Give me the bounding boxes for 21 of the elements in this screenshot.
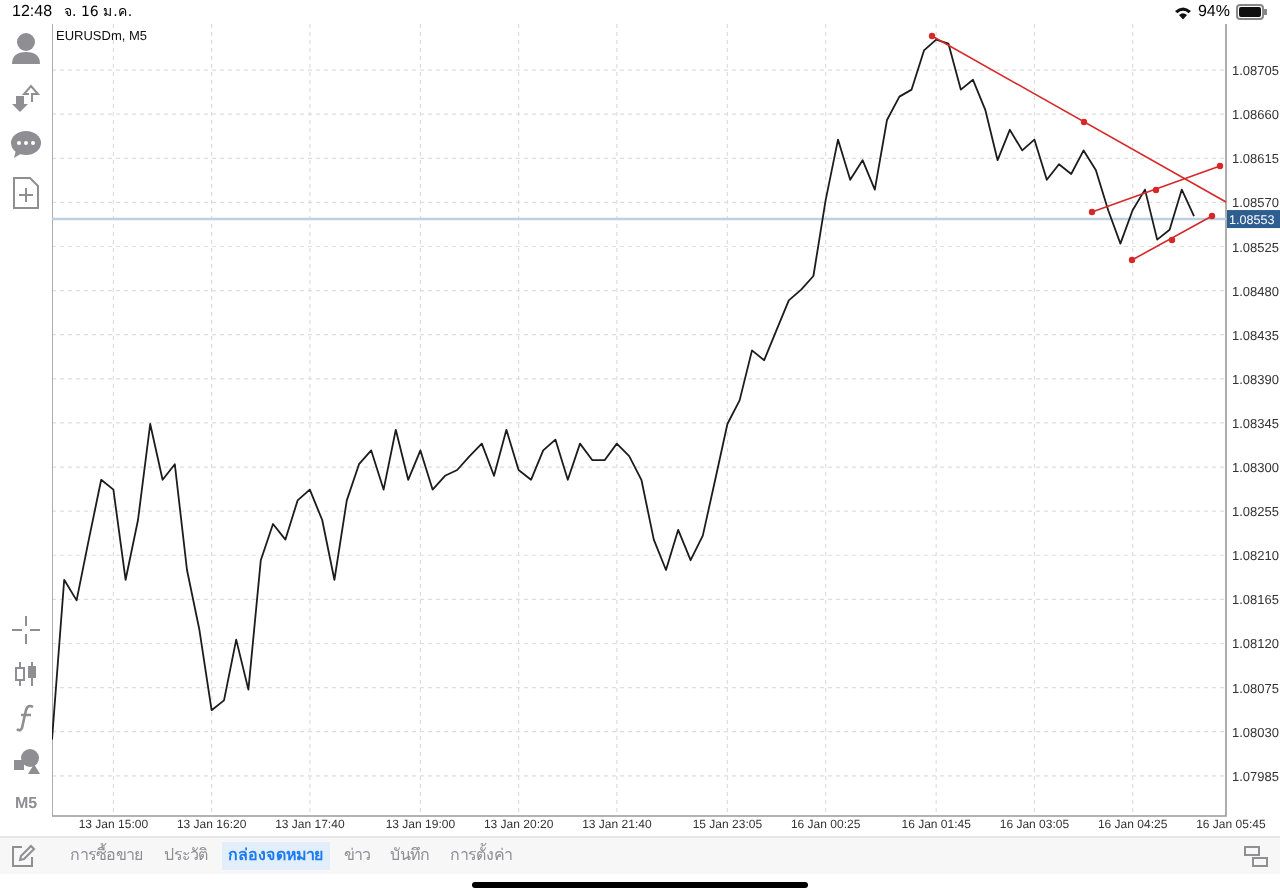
person-icon[interactable] — [10, 32, 42, 66]
tab[interactable]: ข่าว — [338, 842, 376, 870]
edit-icon[interactable] — [12, 844, 36, 868]
new-document-icon[interactable] — [12, 176, 40, 210]
candlestick-icon[interactable] — [12, 660, 40, 688]
battery-icon — [1236, 4, 1268, 20]
battery-percent: 94% — [1197, 0, 1230, 24]
wifi-icon — [1173, 5, 1192, 19]
tab[interactable]: การตั้งค่า — [444, 842, 518, 870]
crosshair-icon[interactable] — [12, 616, 40, 644]
status-time: 12:48 — [12, 0, 53, 24]
function-icon[interactable] — [16, 704, 36, 732]
timeframe-button[interactable]: M5 — [14, 792, 38, 816]
tab[interactable]: ประวัติ — [158, 842, 214, 870]
shapes-icon[interactable] — [11, 748, 41, 776]
windows-icon[interactable] — [1244, 845, 1268, 867]
arrows-icon[interactable] — [10, 82, 42, 114]
tab[interactable]: กล่องจดหมาย — [222, 842, 330, 870]
tab[interactable]: การซื้อขาย — [64, 842, 150, 870]
tab[interactable]: บันทึก — [384, 842, 436, 870]
chat-icon[interactable] — [10, 130, 42, 160]
